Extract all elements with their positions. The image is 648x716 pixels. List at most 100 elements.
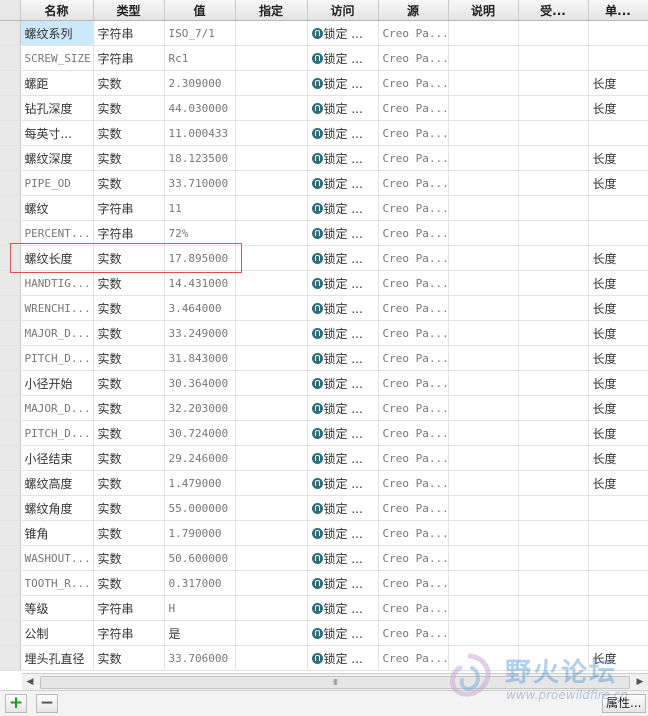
column-header-source[interactable]: 源	[378, 0, 449, 21]
cell-description[interactable]	[448, 470, 519, 496]
cell-description[interactable]	[448, 395, 519, 421]
cell-value[interactable]: Rc1	[164, 45, 236, 71]
cell-designate[interactable]	[235, 70, 308, 96]
cell-type[interactable]: 字符串	[93, 45, 165, 71]
cell-description[interactable]	[448, 195, 519, 221]
cell-type[interactable]: 实数	[93, 70, 165, 96]
cell-type[interactable]: 实数	[93, 170, 165, 196]
cell-unit[interactable]	[588, 45, 648, 71]
cell-access[interactable]: 锁定 ...	[307, 645, 379, 671]
cell-type[interactable]: 实数	[93, 245, 165, 271]
cell-access[interactable]: 锁定 ...	[307, 520, 379, 546]
cell-designate[interactable]	[235, 120, 308, 146]
cell-restricted[interactable]	[518, 270, 589, 296]
cell-source[interactable]: Creo Pa...	[378, 95, 449, 121]
table-row[interactable]: WASHOUT... 实数 50.600000 锁定 ... Creo Pa...	[0, 545, 648, 571]
cell-value[interactable]: 50.600000	[164, 545, 236, 571]
cell-restricted[interactable]	[518, 245, 589, 271]
cell-type[interactable]: 字符串	[93, 220, 165, 246]
cell-unit[interactable]: 长度	[588, 645, 648, 671]
cell-value[interactable]: 33.249000	[164, 320, 236, 346]
cell-value[interactable]: ISO_7/1	[164, 20, 236, 46]
table-row[interactable]: 每英寸... 实数 11.000433 锁定 ... Creo Pa...	[0, 120, 648, 146]
cell-name[interactable]: HANDTIG...	[20, 270, 94, 296]
cell-value[interactable]: 29.246000	[164, 445, 236, 471]
cell-description[interactable]	[448, 595, 519, 621]
table-row[interactable]: PITCH_D... 实数 31.843000 锁定 ... Creo Pa... 长度	[0, 345, 648, 371]
cell-source[interactable]: Creo Pa...	[378, 295, 449, 321]
cell-name[interactable]: PIPE_OD	[20, 170, 94, 196]
cell-access[interactable]: 锁定 ...	[307, 445, 379, 471]
cell-source[interactable]: Creo Pa...	[378, 520, 449, 546]
cell-unit[interactable]: 长度	[588, 270, 648, 296]
table-row[interactable]: 螺距 实数 2.309000 锁定 ... Creo Pa... 长度	[0, 70, 648, 96]
table-row[interactable]: MAJOR_D... 实数 32.203000 锁定 ... Creo Pa... 长度	[0, 395, 648, 421]
cell-access[interactable]: 锁定 ...	[307, 595, 379, 621]
cell-restricted[interactable]	[518, 420, 589, 446]
cell-restricted[interactable]	[518, 220, 589, 246]
cell-name[interactable]: 螺纹深度	[20, 145, 94, 171]
cell-access[interactable]: 锁定 ...	[307, 395, 379, 421]
table-row[interactable]: WRENCHI... 实数 3.464000 锁定 ... Creo Pa... 长度	[0, 295, 648, 321]
cell-restricted[interactable]	[518, 45, 589, 71]
cell-source[interactable]: Creo Pa...	[378, 395, 449, 421]
cell-description[interactable]	[448, 345, 519, 371]
cell-access[interactable]: 锁定 ...	[307, 170, 379, 196]
cell-access[interactable]: 锁定 ...	[307, 220, 379, 246]
table-row[interactable]: TOOTH_R... 实数 0.317000 锁定 ... Creo Pa...	[0, 570, 648, 596]
cell-name[interactable]: 钻孔深度	[20, 95, 94, 121]
cell-value[interactable]: 30.724000	[164, 420, 236, 446]
cell-source[interactable]: Creo Pa...	[378, 20, 449, 46]
column-header-description[interactable]: 说明	[448, 0, 519, 21]
cell-access[interactable]: 锁定 ...	[307, 470, 379, 496]
cell-unit[interactable]: 长度	[588, 70, 648, 96]
cell-type[interactable]: 字符串	[93, 195, 165, 221]
cell-value[interactable]: 11	[164, 195, 236, 221]
cell-restricted[interactable]	[518, 520, 589, 546]
cell-value[interactable]: 33.710000	[164, 170, 236, 196]
cell-value[interactable]: 18.123500	[164, 145, 236, 171]
cell-designate[interactable]	[235, 170, 308, 196]
cell-description[interactable]	[448, 295, 519, 321]
cell-source[interactable]: Creo Pa...	[378, 545, 449, 571]
cell-designate[interactable]	[235, 545, 308, 571]
cell-source[interactable]: Creo Pa...	[378, 195, 449, 221]
cell-unit[interactable]	[588, 220, 648, 246]
properties-button[interactable]: 属性...	[602, 694, 646, 713]
cell-restricted[interactable]	[518, 295, 589, 321]
cell-access[interactable]: 锁定 ...	[307, 195, 379, 221]
cell-name[interactable]: 小径结束	[20, 445, 94, 471]
cell-unit[interactable]	[588, 545, 648, 571]
cell-designate[interactable]	[235, 95, 308, 121]
column-header-restricted[interactable]: 受...	[518, 0, 589, 21]
table-row[interactable]: 螺纹高度 实数 1.479000 锁定 ... Creo Pa... 长度	[0, 470, 648, 496]
table-row[interactable]: 螺纹角度 实数 55.000000 锁定 ... Creo Pa...	[0, 495, 648, 521]
cell-type[interactable]: 实数	[93, 320, 165, 346]
cell-unit[interactable]: 长度	[588, 370, 648, 396]
cell-unit[interactable]: 长度	[588, 470, 648, 496]
cell-access[interactable]: 锁定 ...	[307, 95, 379, 121]
cell-unit[interactable]	[588, 570, 648, 596]
cell-description[interactable]	[448, 620, 519, 646]
cell-unit[interactable]: 长度	[588, 395, 648, 421]
cell-unit[interactable]: 长度	[588, 170, 648, 196]
cell-designate[interactable]	[235, 320, 308, 346]
cell-description[interactable]	[448, 95, 519, 121]
cell-name[interactable]: 螺距	[20, 70, 94, 96]
cell-restricted[interactable]	[518, 20, 589, 46]
cell-type[interactable]: 字符串	[93, 595, 165, 621]
column-header-value[interactable]: 值	[164, 0, 236, 21]
cell-unit[interactable]: 长度	[588, 295, 648, 321]
cell-value[interactable]: 是	[164, 620, 236, 646]
cell-unit[interactable]	[588, 495, 648, 521]
cell-description[interactable]	[448, 320, 519, 346]
table-row[interactable]: MAJOR_D... 实数 33.249000 锁定 ... Creo Pa... 长度	[0, 320, 648, 346]
cell-description[interactable]	[448, 170, 519, 196]
cell-designate[interactable]	[235, 270, 308, 296]
cell-restricted[interactable]	[518, 570, 589, 596]
table-row[interactable]: 小径开始 实数 30.364000 锁定 ... Creo Pa... 长度	[0, 370, 648, 396]
cell-name[interactable]: 螺纹	[20, 195, 94, 221]
cell-restricted[interactable]	[518, 95, 589, 121]
table-row[interactable]: 螺纹 字符串 11 锁定 ... Creo Pa...	[0, 195, 648, 221]
cell-designate[interactable]	[235, 295, 308, 321]
